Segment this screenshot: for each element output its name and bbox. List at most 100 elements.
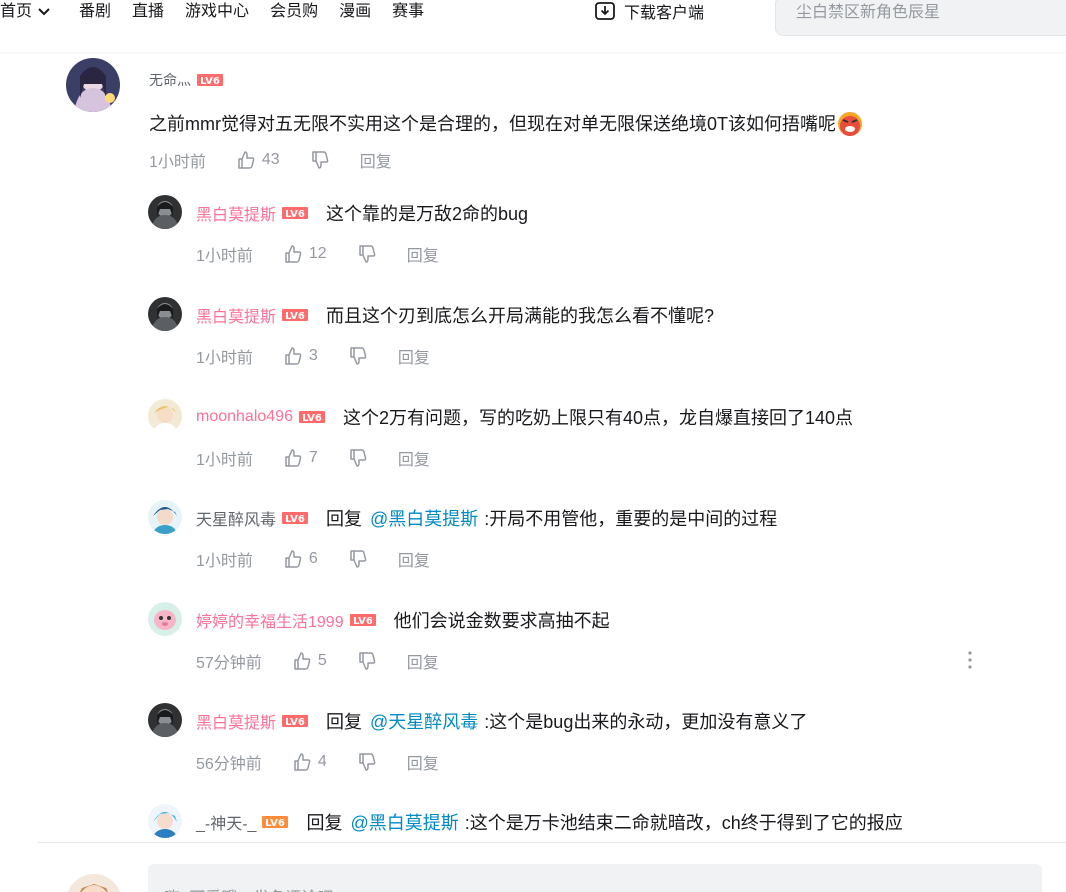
download-client-link[interactable]: 下载客户端 (594, 0, 704, 22)
username[interactable]: 黑白莫提斯 (196, 201, 276, 225)
avatar[interactable] (66, 874, 122, 892)
reply-prefix: 回复 (306, 813, 343, 833)
like-button[interactable]: 12 (283, 244, 327, 264)
avatar[interactable] (66, 58, 120, 112)
reply-button[interactable]: 回复 (398, 344, 430, 368)
reply-button[interactable]: 回复 (398, 547, 430, 571)
nav-game-center[interactable]: 游戏中心 (185, 2, 249, 22)
reply-time: 56分钟前 (196, 756, 262, 773)
nav-home[interactable]: 首页 (0, 2, 50, 22)
dislike-button[interactable] (357, 752, 377, 772)
like-count: 5 (317, 652, 327, 669)
comment-text: 之前mmr觉得对五无限不实用这个是合理的，但现在对单无限保送绝境0T该如何捂嘴呢 (149, 111, 863, 137)
reply-text: 而且这个刃到底怎么开局满能的我怎么看不懂呢? (326, 306, 715, 326)
search-input[interactable] (796, 0, 1066, 26)
dislike-button[interactable] (348, 448, 368, 468)
reply-meta: 1小时前 12 回复 (196, 242, 439, 266)
mention-link[interactable]: @天星醉风毒 (370, 708, 478, 734)
comment-input-placeholder: 嗨~可爱哦，发条评论吧 (164, 884, 333, 892)
dislike-button[interactable] (357, 244, 377, 264)
comment-input[interactable]: 嗨~可爱哦，发条评论吧 (148, 864, 1042, 892)
thumbs-down-icon (358, 652, 376, 670)
more-options-icon[interactable] (965, 650, 975, 670)
username[interactable]: 黑白莫提斯 (196, 303, 276, 327)
like-button[interactable]: 3 (283, 346, 318, 366)
username[interactable]: 黑白莫提斯 (196, 709, 276, 733)
svg-text:LV6: LV6 (353, 616, 373, 626)
thumbs-up-icon (294, 652, 311, 670)
level-badge-icon: LV6 (349, 614, 376, 626)
username[interactable]: 天星醉风毒 (196, 506, 276, 530)
reply-meta: 1小时前 7 回复 (196, 446, 430, 470)
thumbs-down-icon (350, 347, 367, 365)
level-badge-icon: LV6 (282, 512, 309, 524)
reply-time: 1小时前 (196, 553, 253, 570)
like-count: 3 (308, 347, 318, 364)
reply-button[interactable]: 回复 (407, 750, 439, 774)
level-badge-icon: LV6 (282, 715, 309, 727)
svg-text:LV6: LV6 (266, 818, 286, 828)
username[interactable]: 婷婷的幸福生活1999 (196, 608, 344, 632)
reply-text: :这个是万卡池结束二命就暗改，ch终于得到了它的报应 (464, 813, 903, 833)
like-button[interactable]: 43 (236, 150, 280, 170)
level-badge-icon: LV6 (197, 74, 223, 86)
svg-text:LV6: LV6 (285, 717, 305, 727)
reply-button[interactable]: 回复 (407, 649, 439, 673)
reply-meta: 57分钟前 5 回复 (196, 649, 439, 673)
reply-text: 他们会说金数要求高抽不起 (393, 611, 610, 631)
mention-link[interactable]: @黑白莫提斯 (370, 505, 478, 531)
dislike-button[interactable] (348, 346, 368, 366)
main-nav: 首页 番剧 直播 游戏中心 会员购 漫画 赛事 (0, 0, 445, 24)
svg-text:LV6: LV6 (200, 76, 220, 86)
avatar[interactable] (148, 195, 182, 229)
username[interactable]: moonhalo496 (196, 408, 293, 426)
username[interactable]: _-神天-_ (196, 810, 256, 834)
svg-text:LV6: LV6 (285, 514, 305, 524)
comment-meta: 1小时前 43 回复 (149, 148, 392, 172)
dislike-button[interactable] (348, 549, 368, 569)
dislike-button[interactable] (357, 651, 377, 671)
thumbs-up-icon (285, 449, 302, 467)
thumbs-down-icon (350, 449, 367, 467)
thumbs-down-icon (358, 753, 376, 771)
avatar[interactable] (148, 297, 182, 331)
avatar[interactable] (148, 703, 182, 737)
nav-live[interactable]: 直播 (132, 2, 164, 22)
avatar[interactable] (148, 602, 182, 636)
dislike-button[interactable] (310, 150, 330, 170)
search-box (775, 0, 1066, 36)
mention-link[interactable]: @黑白莫提斯 (350, 809, 458, 835)
like-count: 7 (308, 449, 318, 466)
reply-button[interactable]: 回复 (398, 446, 430, 470)
nav-vip-shop[interactable]: 会员购 (270, 2, 318, 22)
like-button[interactable]: 5 (292, 651, 327, 671)
reply-time: 1小时前 (196, 350, 253, 367)
comment-author[interactable]: 无命灬 LV6 (149, 70, 223, 90)
nav-anime[interactable]: 番剧 (79, 2, 111, 22)
reply-meta: 1小时前 3 回复 (196, 344, 430, 368)
reply-button[interactable]: 回复 (360, 148, 392, 172)
avatar[interactable] (148, 399, 182, 433)
reply-button[interactable]: 回复 (407, 242, 439, 266)
reply-time: 1小时前 (196, 452, 253, 469)
nav-home-label: 首页 (0, 3, 33, 20)
reply-text: 这个2万有问题，写的吃奶上限只有40点，龙自爆直接回了140点 (342, 408, 854, 428)
avatar[interactable] (148, 804, 182, 838)
nav-esports[interactable]: 赛事 (392, 2, 424, 22)
like-count: 4 (317, 753, 327, 770)
angry-emoji-icon (838, 112, 862, 136)
thumbs-up-icon (285, 347, 302, 365)
thumbs-up-icon (285, 245, 302, 263)
username[interactable]: 无命灬 (149, 70, 191, 90)
like-button[interactable]: 7 (283, 448, 318, 468)
download-icon (595, 2, 615, 20)
reply-text: :这个是bug出来的永动，更加没有意义了 (484, 712, 808, 732)
nav-manga[interactable]: 漫画 (339, 2, 371, 22)
reply-prefix: 回复 (326, 509, 363, 529)
divider (38, 842, 1066, 843)
like-button[interactable]: 4 (292, 752, 327, 772)
avatar[interactable] (148, 500, 182, 534)
like-button[interactable]: 6 (283, 549, 318, 569)
download-label: 下载客户端 (624, 5, 705, 22)
reply-text: :开局不用管他，重要的是中间的过程 (484, 509, 778, 529)
